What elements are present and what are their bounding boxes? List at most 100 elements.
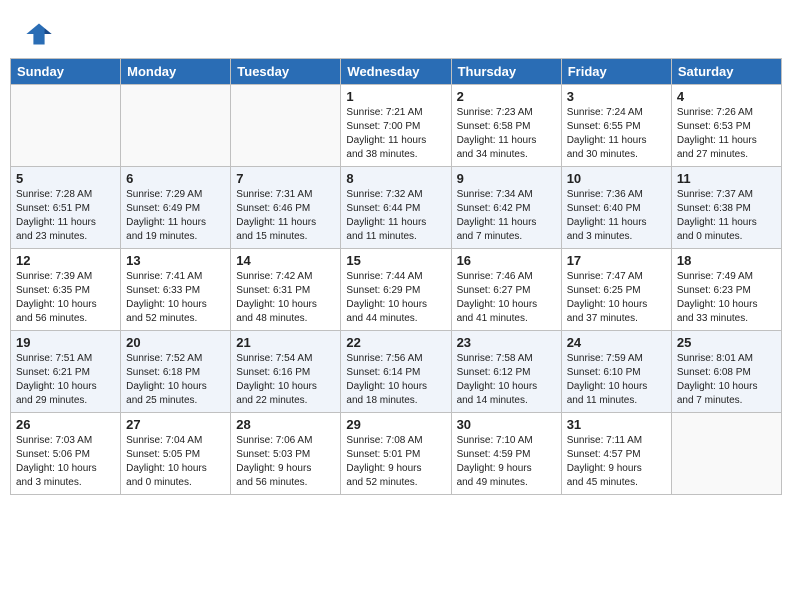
day-info: Sunrise: 7:03 AM Sunset: 5:06 PM Dayligh…	[16, 434, 115, 490]
calendar-header-saturday: Saturday	[671, 59, 781, 85]
day-number: 28	[236, 417, 335, 432]
calendar-cell: 25 Sunrise: 8:01 AM Sunset: 6:08 PM Dayli…	[671, 331, 781, 413]
calendar-cell: 27Sunrise: 7:04 AM Sunset: 5:05 PM Dayli…	[121, 413, 231, 495]
calendar-cell: 7 Sunrise: 7:31 AM Sunset: 6:46 PM Daylig…	[231, 167, 341, 249]
calendar-header-row: SundayMondayTuesdayWednesdayThursdayFrid…	[11, 59, 782, 85]
day-number: 23	[457, 335, 556, 350]
day-info: Sunrise: 7:08 AM Sunset: 5:01 PM Dayligh…	[346, 434, 445, 490]
calendar-cell: 12 Sunrise: 7:39 AM Sunset: 6:35 PM Dayli…	[11, 249, 121, 331]
day-info: Sunrise: 7:52 AM Sunset: 6:18 PM Dayligh…	[126, 352, 225, 408]
calendar-cell: 3 Sunrise: 7:24 AM Sunset: 6:55 PM Daylig…	[561, 85, 671, 167]
calendar-cell: 17Sunrise: 7:47 AM Sunset: 6:25 PM Dayli…	[561, 249, 671, 331]
calendar-cell: 15 Sunrise: 7:44 AM Sunset: 6:29 PM Dayli…	[341, 249, 451, 331]
day-info: Sunrise: 7:37 AM Sunset: 6:38 PM Dayligh…	[677, 188, 776, 244]
day-number: 1	[346, 89, 445, 104]
calendar-cell: 29 Sunrise: 7:08 AM Sunset: 5:01 PM Dayli…	[341, 413, 451, 495]
calendar-cell: 26 Sunrise: 7:03 AM Sunset: 5:06 PM Dayli…	[11, 413, 121, 495]
day-number: 13	[126, 253, 225, 268]
calendar-cell: 9Sunrise: 7:34 AM Sunset: 6:42 PM Daylig…	[451, 167, 561, 249]
calendar-week-row: 12 Sunrise: 7:39 AM Sunset: 6:35 PM Dayli…	[11, 249, 782, 331]
day-info: Sunrise: 7:21 AM Sunset: 7:00 PM Dayligh…	[346, 106, 445, 162]
day-number: 24	[567, 335, 666, 350]
day-info: Sunrise: 7:58 AM Sunset: 6:12 PM Dayligh…	[457, 352, 556, 408]
calendar-cell: 4 Sunrise: 7:26 AM Sunset: 6:53 PM Daylig…	[671, 85, 781, 167]
day-number: 29	[346, 417, 445, 432]
calendar-cell: 31 Sunrise: 7:11 AM Sunset: 4:57 PM Dayli…	[561, 413, 671, 495]
day-number: 18	[677, 253, 776, 268]
calendar-cell: 6Sunrise: 7:29 AM Sunset: 6:49 PM Daylig…	[121, 167, 231, 249]
calendar-table: SundayMondayTuesdayWednesdayThursdayFrid…	[10, 58, 782, 495]
calendar-body: 1 Sunrise: 7:21 AM Sunset: 7:00 PM Daylig…	[11, 85, 782, 495]
day-number: 21	[236, 335, 335, 350]
calendar-cell: 20 Sunrise: 7:52 AM Sunset: 6:18 PM Dayli…	[121, 331, 231, 413]
calendar-header-wednesday: Wednesday	[341, 59, 451, 85]
calendar-week-row: 1 Sunrise: 7:21 AM Sunset: 7:00 PM Daylig…	[11, 85, 782, 167]
day-info: Sunrise: 7:41 AM Sunset: 6:33 PM Dayligh…	[126, 270, 225, 326]
calendar-week-row: 5 Sunrise: 7:28 AM Sunset: 6:51 PM Daylig…	[11, 167, 782, 249]
calendar-cell: 24 Sunrise: 7:59 AM Sunset: 6:10 PM Dayli…	[561, 331, 671, 413]
calendar-header-monday: Monday	[121, 59, 231, 85]
day-info: Sunrise: 7:36 AM Sunset: 6:40 PM Dayligh…	[567, 188, 666, 244]
calendar-header-tuesday: Tuesday	[231, 59, 341, 85]
day-info: Sunrise: 7:24 AM Sunset: 6:55 PM Dayligh…	[567, 106, 666, 162]
day-info: Sunrise: 7:44 AM Sunset: 6:29 PM Dayligh…	[346, 270, 445, 326]
day-info: Sunrise: 7:23 AM Sunset: 6:58 PM Dayligh…	[457, 106, 556, 162]
day-number: 25	[677, 335, 776, 350]
calendar-header-friday: Friday	[561, 59, 671, 85]
day-info: Sunrise: 7:49 AM Sunset: 6:23 PM Dayligh…	[677, 270, 776, 326]
calendar-cell: 13 Sunrise: 7:41 AM Sunset: 6:33 PM Dayli…	[121, 249, 231, 331]
day-info: Sunrise: 7:32 AM Sunset: 6:44 PM Dayligh…	[346, 188, 445, 244]
day-number: 12	[16, 253, 115, 268]
calendar-cell: 10 Sunrise: 7:36 AM Sunset: 6:40 PM Dayli…	[561, 167, 671, 249]
day-info: Sunrise: 7:26 AM Sunset: 6:53 PM Dayligh…	[677, 106, 776, 162]
calendar-week-row: 19Sunrise: 7:51 AM Sunset: 6:21 PM Dayli…	[11, 331, 782, 413]
calendar-cell: 23 Sunrise: 7:58 AM Sunset: 6:12 PM Dayli…	[451, 331, 561, 413]
calendar-cell: 8Sunrise: 7:32 AM Sunset: 6:44 PM Daylig…	[341, 167, 451, 249]
day-info: Sunrise: 7:59 AM Sunset: 6:10 PM Dayligh…	[567, 352, 666, 408]
logo-icon	[25, 20, 53, 48]
day-number: 20	[126, 335, 225, 350]
calendar-header-thursday: Thursday	[451, 59, 561, 85]
calendar-cell: 21 Sunrise: 7:54 AM Sunset: 6:16 PM Dayli…	[231, 331, 341, 413]
day-number: 2	[457, 89, 556, 104]
day-info: Sunrise: 7:31 AM Sunset: 6:46 PM Dayligh…	[236, 188, 335, 244]
calendar-week-row: 26 Sunrise: 7:03 AM Sunset: 5:06 PM Dayli…	[11, 413, 782, 495]
day-number: 31	[567, 417, 666, 432]
day-number: 5	[16, 171, 115, 186]
day-number: 16	[457, 253, 556, 268]
day-info: Sunrise: 7:54 AM Sunset: 6:16 PM Dayligh…	[236, 352, 335, 408]
day-info: Sunrise: 7:29 AM Sunset: 6:49 PM Dayligh…	[126, 188, 225, 244]
calendar-cell	[671, 413, 781, 495]
day-info: Sunrise: 7:47 AM Sunset: 6:25 PM Dayligh…	[567, 270, 666, 326]
calendar-cell: 11 Sunrise: 7:37 AM Sunset: 6:38 PM Dayli…	[671, 167, 781, 249]
day-number: 9	[457, 171, 556, 186]
day-info: Sunrise: 7:28 AM Sunset: 6:51 PM Dayligh…	[16, 188, 115, 244]
day-number: 11	[677, 171, 776, 186]
calendar-cell	[121, 85, 231, 167]
day-info: Sunrise: 7:06 AM Sunset: 5:03 PM Dayligh…	[236, 434, 335, 490]
day-info: Sunrise: 7:39 AM Sunset: 6:35 PM Dayligh…	[16, 270, 115, 326]
calendar-cell: 14 Sunrise: 7:42 AM Sunset: 6:31 PM Dayli…	[231, 249, 341, 331]
day-number: 10	[567, 171, 666, 186]
day-number: 15	[346, 253, 445, 268]
calendar-cell: 28 Sunrise: 7:06 AM Sunset: 5:03 PM Dayli…	[231, 413, 341, 495]
calendar-cell: 1 Sunrise: 7:21 AM Sunset: 7:00 PM Daylig…	[341, 85, 451, 167]
calendar-cell	[231, 85, 341, 167]
day-info: Sunrise: 7:10 AM Sunset: 4:59 PM Dayligh…	[457, 434, 556, 490]
day-number: 14	[236, 253, 335, 268]
calendar-cell: 22Sunrise: 7:56 AM Sunset: 6:14 PM Dayli…	[341, 331, 451, 413]
day-info: Sunrise: 8:01 AM Sunset: 6:08 PM Dayligh…	[677, 352, 776, 408]
page-header	[10, 10, 782, 53]
day-number: 22	[346, 335, 445, 350]
day-number: 7	[236, 171, 335, 186]
day-number: 3	[567, 89, 666, 104]
calendar-cell: 30Sunrise: 7:10 AM Sunset: 4:59 PM Dayli…	[451, 413, 561, 495]
day-info: Sunrise: 7:11 AM Sunset: 4:57 PM Dayligh…	[567, 434, 666, 490]
day-info: Sunrise: 7:51 AM Sunset: 6:21 PM Dayligh…	[16, 352, 115, 408]
calendar-header-sunday: Sunday	[11, 59, 121, 85]
calendar-cell	[11, 85, 121, 167]
day-info: Sunrise: 7:42 AM Sunset: 6:31 PM Dayligh…	[236, 270, 335, 326]
day-number: 4	[677, 89, 776, 104]
day-number: 26	[16, 417, 115, 432]
calendar-cell: 19Sunrise: 7:51 AM Sunset: 6:21 PM Dayli…	[11, 331, 121, 413]
